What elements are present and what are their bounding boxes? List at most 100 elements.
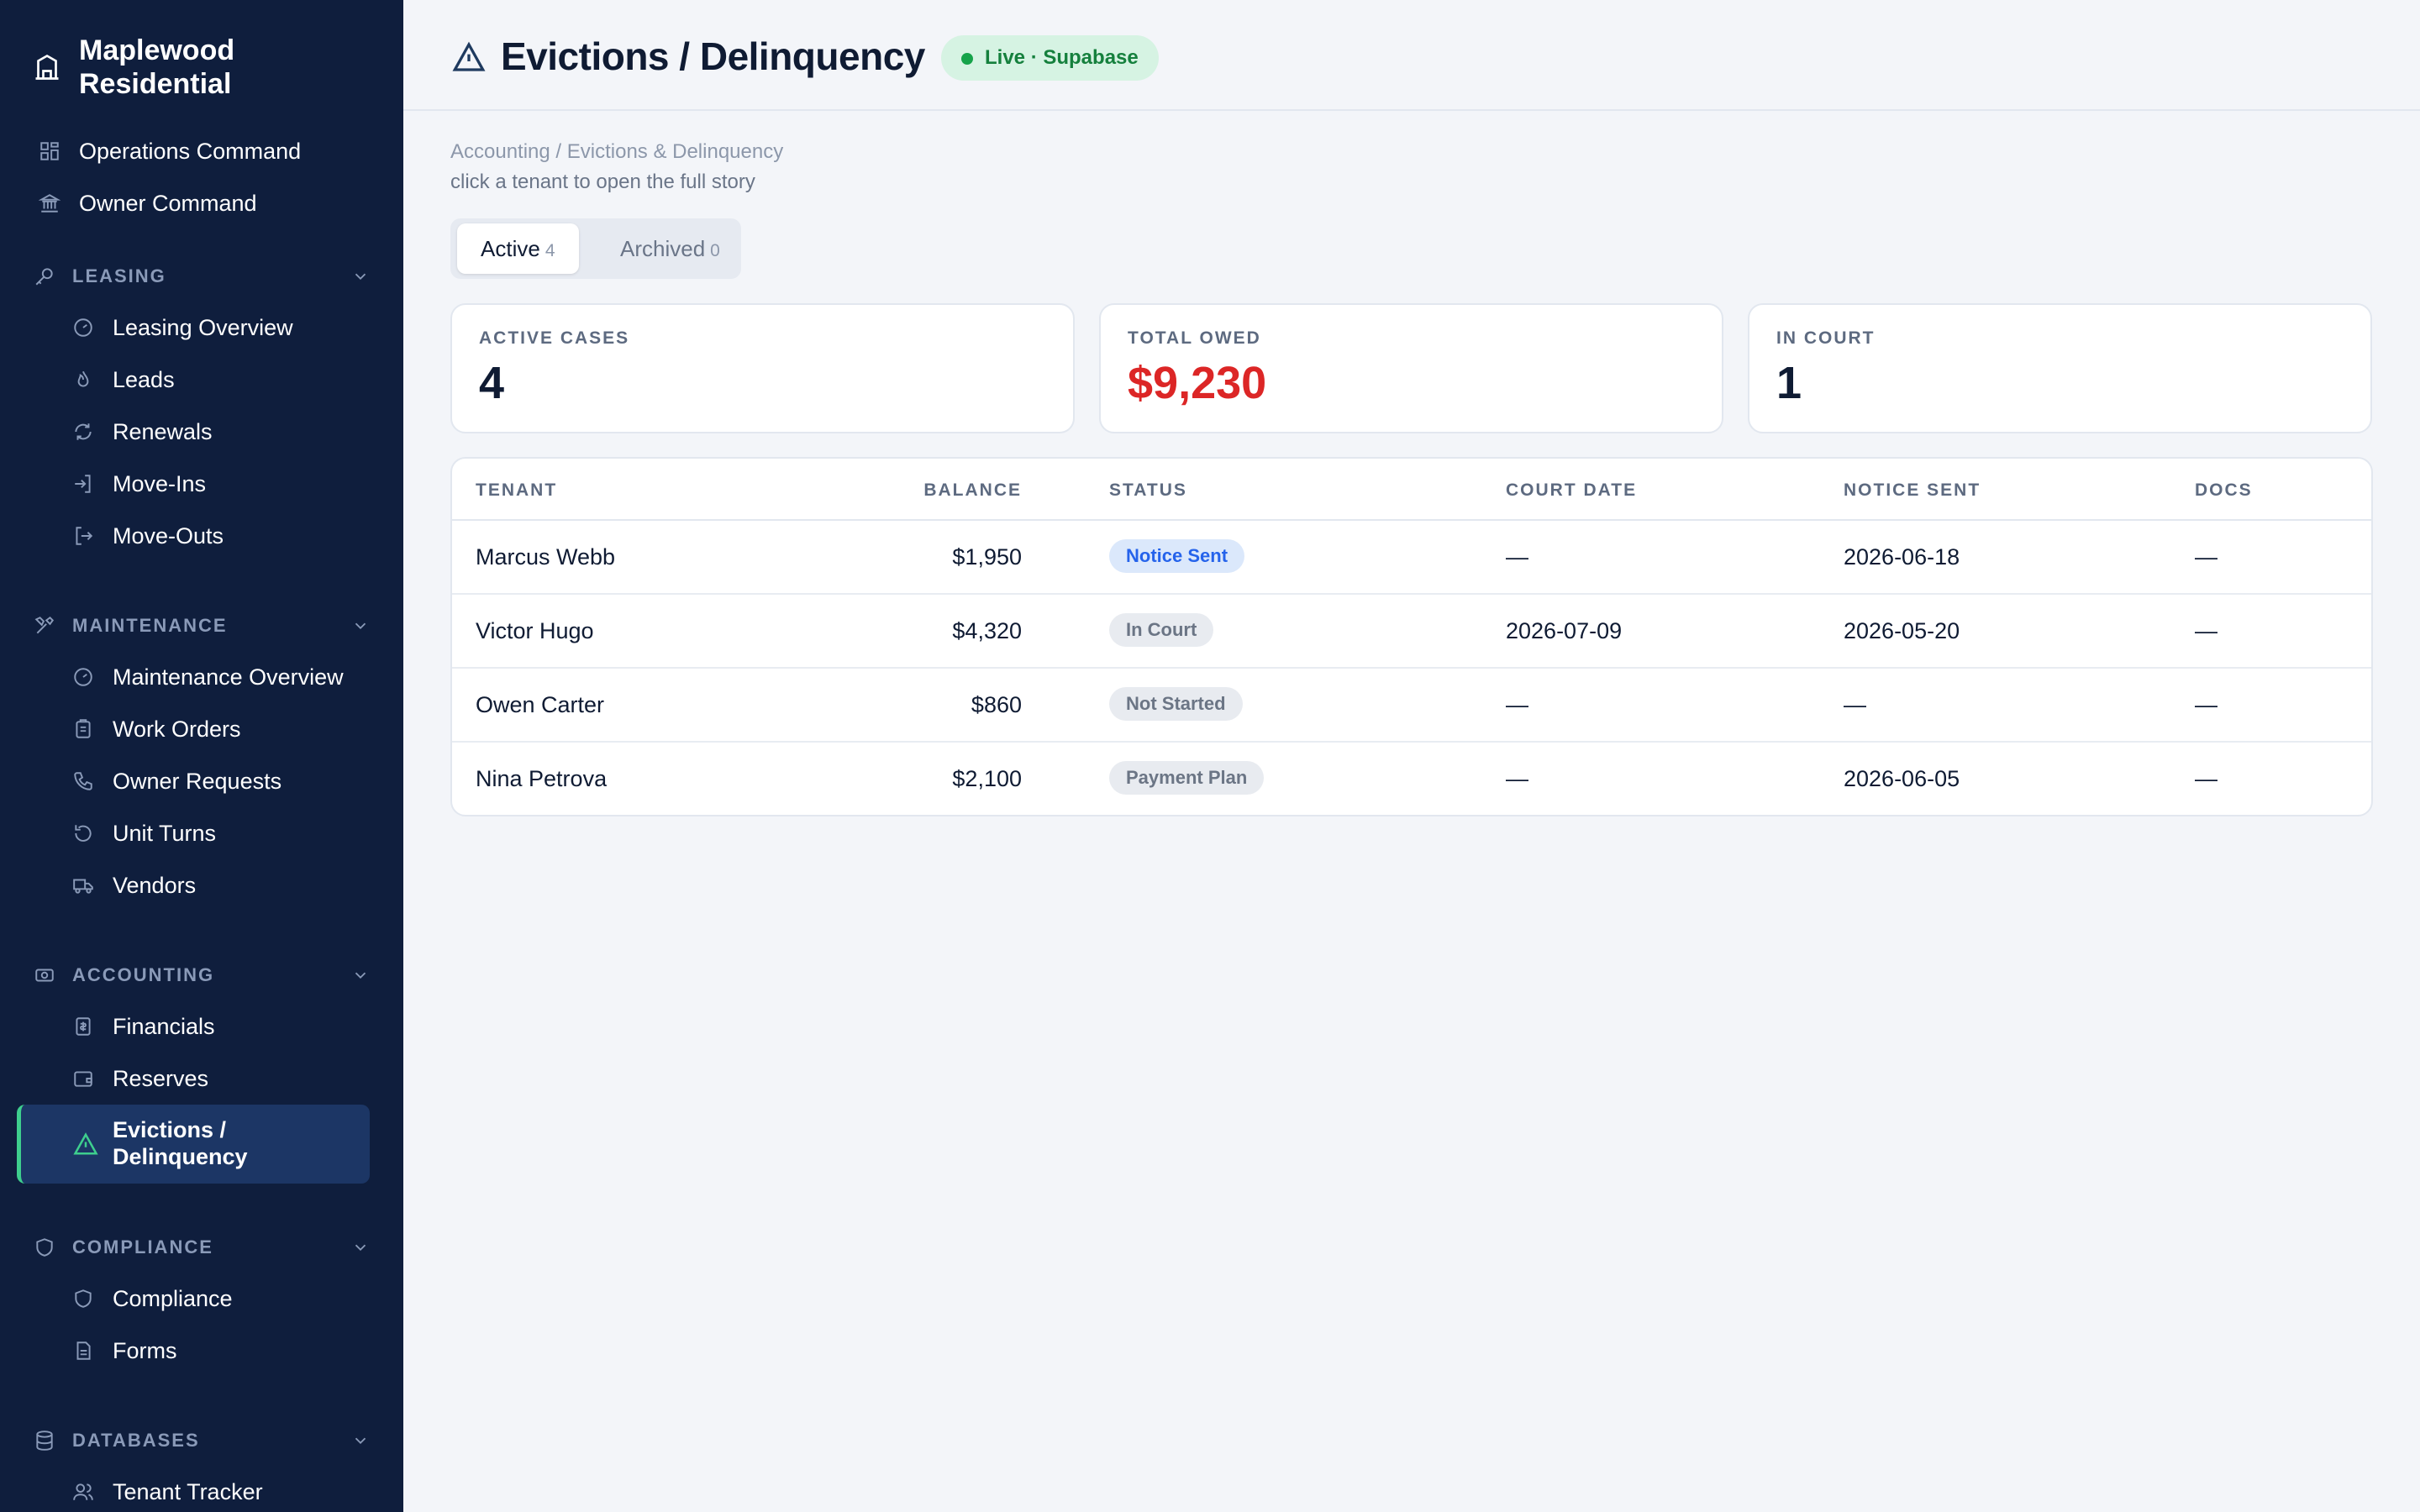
- warning-icon: [452, 41, 486, 71]
- bank-icon: [39, 194, 60, 213]
- table-row[interactable]: Owen Carter $860 Not Started — — —: [452, 669, 2371, 743]
- cell-balance: $860: [971, 692, 1022, 717]
- cash-icon: [35, 969, 54, 982]
- building-icon: [35, 54, 59, 80]
- nav-label: Work Orders: [113, 716, 241, 742]
- nav-financials[interactable]: Financials: [72, 1005, 215, 1047]
- nav-label: Evictions / Delinquency: [113, 1117, 248, 1169]
- table-header: TENANT BALANCE STATUS COURT DATE NOTICE …: [452, 459, 2371, 521]
- nav-label: Financials: [113, 1013, 215, 1039]
- cell-balance: $2,100: [952, 766, 1022, 791]
- column-header-balance[interactable]: BALANCE: [923, 480, 1022, 501]
- nav-move-outs[interactable]: Move-Outs: [72, 515, 224, 557]
- nav-label: Renewals: [113, 418, 213, 444]
- cell-docs: —: [2195, 766, 2217, 791]
- nav-vendors[interactable]: Vendors: [72, 864, 196, 906]
- stat-value: $9,230: [1128, 358, 1267, 408]
- section-title: COMPLIANCE: [72, 1236, 213, 1257]
- cell-notice-sent: 2026-05-20: [1844, 618, 1960, 643]
- tab-archived[interactable]: Archived 0: [597, 223, 744, 274]
- page-title: Evictions / Delinquency: [501, 34, 925, 78]
- nav-tenant-tracker[interactable]: Tenant Tracker: [72, 1471, 263, 1512]
- cell-tenant[interactable]: Nina Petrova: [476, 766, 607, 792]
- table-row[interactable]: Victor Hugo $4,320 In Court 2026-07-09 2…: [452, 595, 2371, 669]
- nav-renewals[interactable]: Renewals: [72, 411, 213, 453]
- truck-icon: [73, 879, 93, 894]
- nav-evictions-delinquency[interactable]: Evictions / Delinquency: [17, 1105, 370, 1184]
- nav-label: Compliance: [113, 1285, 233, 1311]
- cell-balance: $1,950: [952, 544, 1022, 570]
- move-in-icon: [75, 475, 91, 493]
- nav-reserves[interactable]: Reserves: [72, 1058, 208, 1100]
- nav-leasing-overview[interactable]: Leasing Overview: [72, 307, 293, 349]
- section-compliance[interactable]: COMPLIANCE: [34, 1231, 370, 1264]
- tab-active[interactable]: Active 4: [457, 223, 579, 274]
- page-hint: click a tenant to open the full story: [450, 171, 755, 193]
- cell-notice-sent: 2026-06-05: [1844, 766, 1960, 791]
- live-status-badge: Live · Supabase: [941, 35, 1159, 81]
- live-badge-label: Live · Supabase: [985, 46, 1139, 69]
- key-icon: [35, 268, 53, 286]
- status-badge: Notice Sent: [1109, 539, 1245, 573]
- stat-card-total-owed: TOTAL OWED $9,230: [1099, 303, 1723, 433]
- nav-owner-command[interactable]: Owner Command: [39, 182, 257, 224]
- stat-card-in-court: IN COURT 1: [1748, 303, 2372, 433]
- nav-label: Tenant Tracker: [113, 1478, 263, 1504]
- tab-count: 4: [544, 241, 555, 260]
- cell-court-date: —: [1506, 692, 1528, 717]
- shield-icon: [36, 1238, 53, 1257]
- gauge-icon: [74, 318, 92, 337]
- brand[interactable]: Maplewood Residential: [32, 34, 331, 101]
- tab-label: Active: [481, 236, 540, 261]
- cell-tenant[interactable]: Owen Carter: [476, 692, 604, 718]
- nav-forms[interactable]: Forms: [72, 1330, 177, 1372]
- column-header-docs[interactable]: DOCS: [2195, 480, 2253, 501]
- nav-maintenance-overview[interactable]: Maintenance Overview: [72, 656, 344, 698]
- column-header-notice-sent[interactable]: NOTICE SENT: [1844, 480, 1981, 501]
- stat-label: TOTAL OWED: [1128, 328, 1261, 348]
- cell-tenant[interactable]: Marcus Webb: [476, 544, 615, 570]
- nav-label: Vendors: [113, 872, 197, 898]
- section-leasing[interactable]: LEASING: [34, 260, 370, 293]
- tools-icon: [34, 616, 55, 634]
- chevron-down-icon: [355, 972, 366, 979]
- section-title: DATABASES: [72, 1430, 200, 1451]
- stat-label: IN COURT: [1776, 328, 1876, 348]
- nav-leads[interactable]: Leads: [72, 359, 175, 401]
- cell-notice-sent: 2026-06-18: [1844, 544, 1960, 570]
- nav-operations-command[interactable]: Operations Command: [39, 130, 301, 172]
- nav-compliance[interactable]: Compliance: [72, 1278, 233, 1320]
- receipt-icon: [76, 1017, 91, 1036]
- stat-value: 4: [479, 358, 505, 408]
- nav-label: Leads: [113, 366, 175, 392]
- status-badge: Not Started: [1109, 687, 1243, 721]
- column-header-court-date[interactable]: COURT DATE: [1506, 480, 1637, 501]
- section-databases[interactable]: DATABASES: [34, 1424, 370, 1457]
- nav-unit-turns[interactable]: Unit Turns: [72, 812, 216, 854]
- nav-label: Owner Command: [79, 190, 257, 216]
- tab-count: 0: [710, 241, 720, 260]
- table-row[interactable]: Nina Petrova $2,100 Payment Plan — 2026-…: [452, 743, 2371, 815]
- cell-court-date: —: [1506, 544, 1528, 570]
- section-accounting[interactable]: ACCOUNTING: [34, 958, 370, 992]
- brand-name: Maplewood Residential: [79, 34, 235, 100]
- gauge-icon: [74, 668, 92, 686]
- refresh-icon: [75, 423, 92, 440]
- nav-move-ins[interactable]: Move-Ins: [72, 463, 206, 505]
- stat-label: ACTIVE CASES: [479, 328, 630, 348]
- column-header-status[interactable]: STATUS: [1109, 480, 1187, 501]
- cell-tenant[interactable]: Victor Hugo: [476, 618, 594, 644]
- sidebar: Maplewood Residential Operations Command…: [0, 0, 403, 1512]
- nav-label: Forms: [113, 1337, 177, 1363]
- nav-owner-requests[interactable]: Owner Requests: [72, 760, 281, 802]
- cell-balance: $4,320: [952, 618, 1022, 643]
- wallet-icon: [74, 1071, 92, 1087]
- nav-work-orders[interactable]: Work Orders: [72, 708, 241, 750]
- table-row[interactable]: Marcus Webb $1,950 Notice Sent — 2026-06…: [452, 521, 2371, 595]
- cell-docs: —: [2195, 692, 2217, 717]
- column-header-tenant[interactable]: TENANT: [476, 480, 557, 501]
- grid-icon: [40, 142, 59, 160]
- section-maintenance[interactable]: MAINTENANCE: [34, 609, 370, 643]
- chevron-down-icon: [355, 1437, 366, 1445]
- users-icon: [73, 1483, 93, 1500]
